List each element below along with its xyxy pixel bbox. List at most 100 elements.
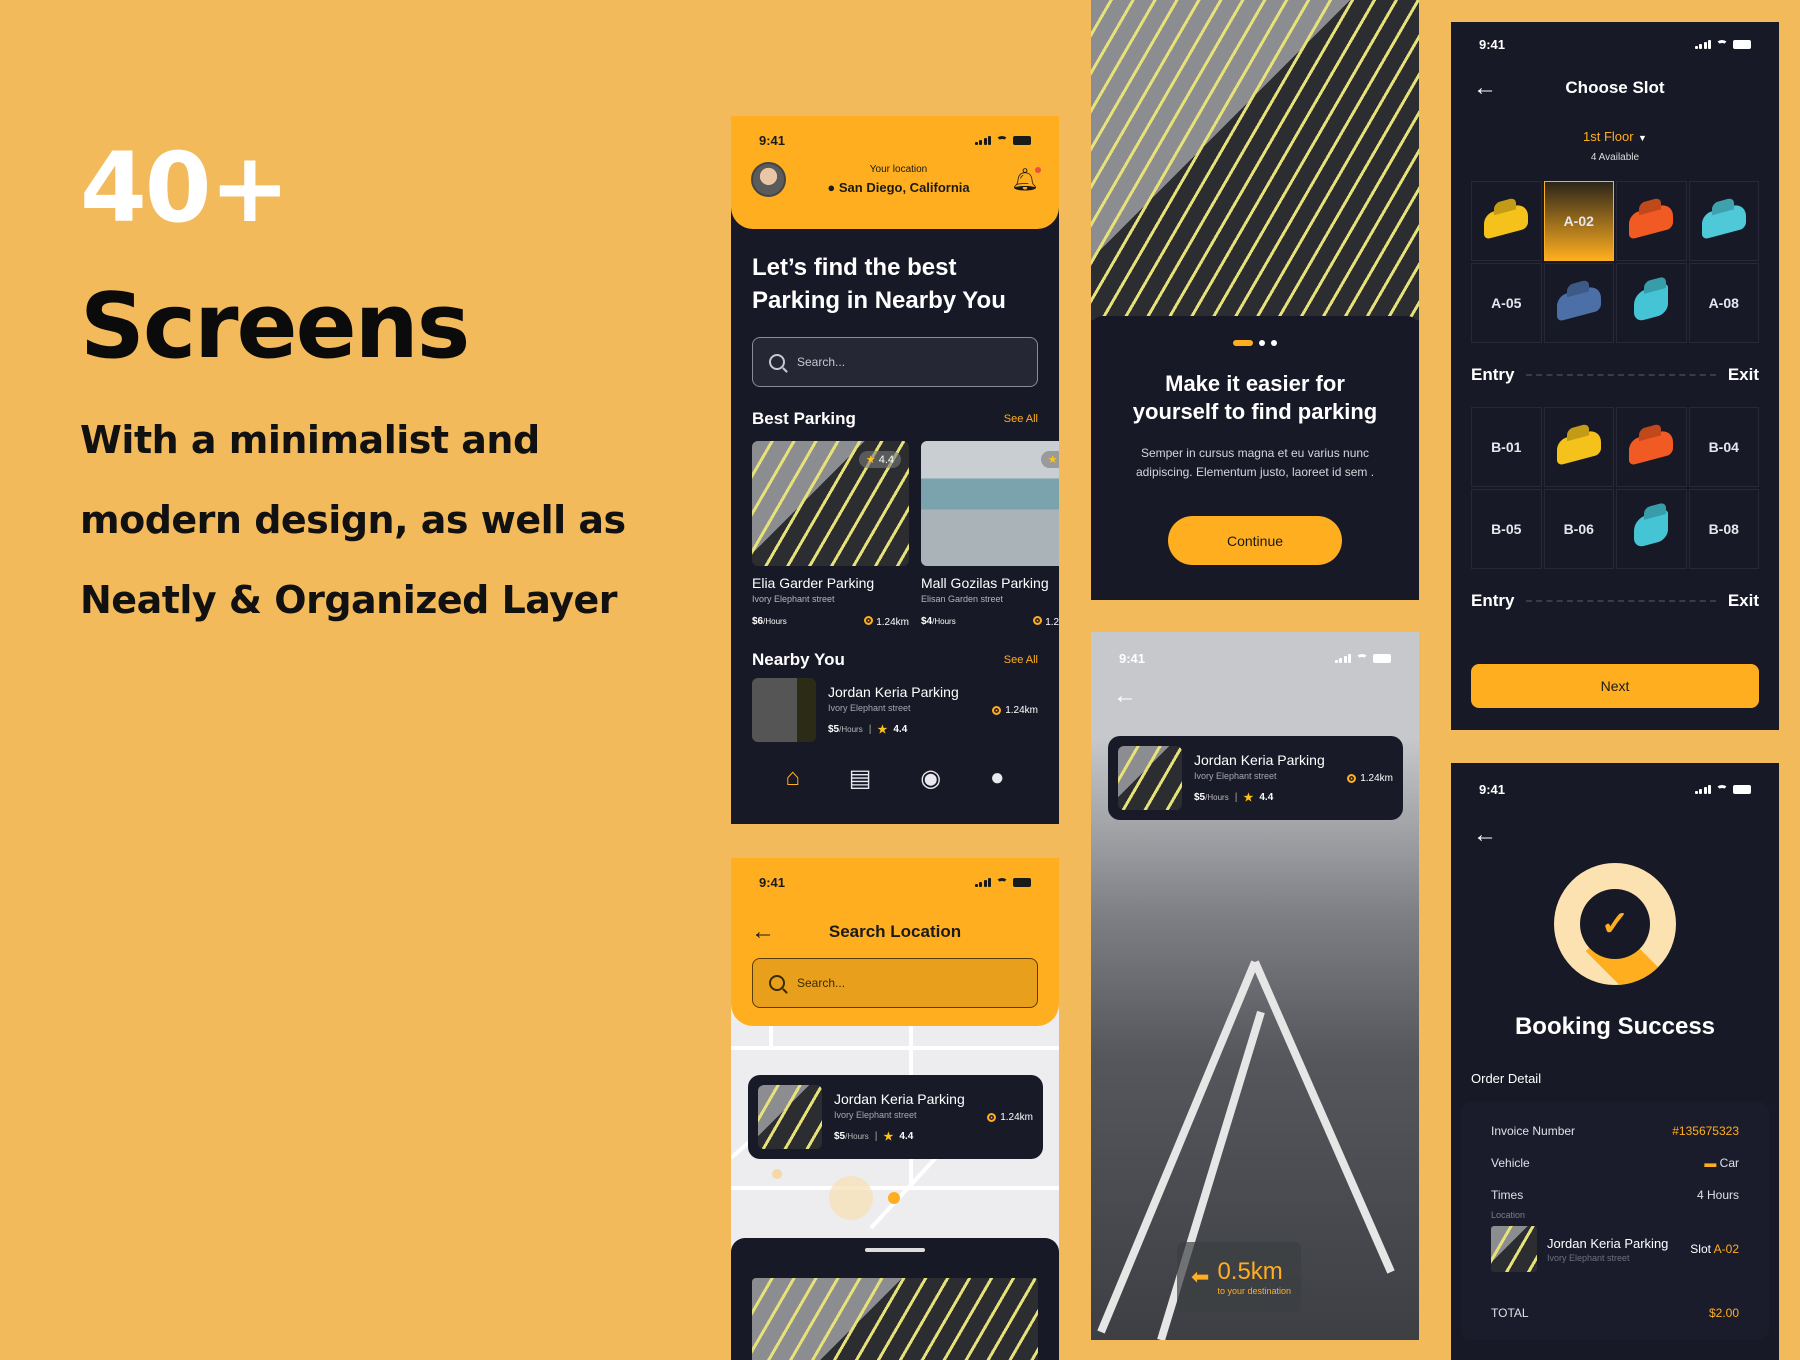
slot-b-05[interactable]: B-05	[1471, 489, 1542, 569]
invoice-row: Invoice Number #135675323	[1491, 1124, 1739, 1138]
occupied-slot[interactable]	[1543, 263, 1614, 343]
slot-b-08[interactable]: B-08	[1688, 489, 1759, 569]
hero-subtitle: With a minimalist and modern design, as …	[80, 400, 680, 640]
occupied-slot[interactable]	[1543, 407, 1614, 487]
location-dot-icon	[864, 616, 874, 625]
back-arrow-icon[interactable]: ←	[1451, 801, 1779, 849]
slot-b-06[interactable]: B-06	[1543, 489, 1614, 569]
page-title: Search Location	[828, 922, 962, 941]
star-icon: ★	[865, 454, 876, 466]
home-icon[interactable]: ⌂	[785, 764, 800, 793]
document-icon[interactable]: ▤	[849, 764, 872, 793]
wifi-icon	[1716, 784, 1728, 794]
sheet-handle[interactable]	[865, 1248, 925, 1252]
choose-slot-screen: 9:41 ← Choose Slot 1st Floor ▼ 4 Availab…	[1451, 22, 1779, 730]
car-icon	[1701, 202, 1746, 240]
hero-title: Screens	[80, 274, 470, 379]
search-input[interactable]: Search...	[752, 337, 1038, 387]
occupied-slot[interactable]	[1616, 407, 1687, 487]
section-title: Best Parking	[752, 409, 856, 428]
vehicle-row: Vehicle ▬ Car	[1491, 1156, 1739, 1170]
nearby-header: Nearby You See All	[731, 650, 1059, 670]
search-icon	[769, 354, 785, 370]
onboarding-body: Semper in cursus magna et eu varius nunc…	[1135, 446, 1375, 479]
signal-icon	[1694, 784, 1711, 794]
nearby-item[interactable]: Jordan Keria Parking Ivory Elephant stree…	[731, 670, 1059, 750]
map-parking-card[interactable]: Jordan Keria Parking Ivory Elephant stree…	[748, 1075, 1043, 1159]
parking-price: $6/Hours	[752, 616, 787, 627]
location-row: Jordan Keria Parking Ivory Elephant stree…	[1461, 1220, 1769, 1272]
slot-a-08[interactable]: A-08	[1688, 263, 1759, 343]
order-detail-card: Invoice Number #135675323 Vehicle ▬ Car Ti…	[1461, 1102, 1769, 1340]
available-count: 4 Available	[1590, 152, 1640, 163]
slot-a-05[interactable]: A-05	[1471, 263, 1542, 343]
see-all-link[interactable]: See All	[1004, 413, 1038, 425]
parking-thumb	[752, 678, 816, 742]
status-time: 9:41	[759, 874, 786, 890]
battery-icon	[1013, 135, 1031, 145]
status-bar: 9:41	[1451, 32, 1779, 56]
search-icon	[769, 975, 785, 991]
rating-value: 4.4	[878, 454, 894, 466]
floor-value: 1st Floor	[1583, 129, 1634, 144]
profile-icon[interactable]: ●	[990, 764, 1005, 793]
location-selector[interactable]: ● San Diego, California	[827, 180, 969, 195]
avatar[interactable]	[751, 162, 786, 197]
parking-thumb	[1491, 1226, 1537, 1272]
slot-a-02[interactable]: A-02	[1543, 181, 1614, 261]
caret-down-icon: ▼	[1638, 133, 1647, 143]
slot-b-01[interactable]: B-01	[1471, 407, 1542, 487]
parking-card[interactable]: ★ 4.4 Elia Garder Parking Ivory Elephant…	[752, 441, 909, 628]
success-title: Booking Success	[1514, 1013, 1716, 1040]
navigation-screen: 9:41 ← Jordan Keria Parking Ivory Elephan…	[1091, 632, 1419, 1340]
parking-photo	[752, 1278, 1038, 1360]
parking-street: Elisan Garden street	[921, 594, 1004, 604]
parking-photo: ★ 4.4	[752, 441, 909, 566]
occupied-slot[interactable]	[1616, 263, 1687, 343]
occupied-slot[interactable]	[1688, 181, 1759, 261]
rating-badge: ★ 4.4	[1040, 451, 1059, 468]
pin-icon: ●	[827, 180, 836, 195]
location-dot-icon	[987, 1112, 997, 1122]
compass-icon[interactable]: ◉	[920, 764, 941, 793]
search-placeholder: Search...	[797, 976, 846, 990]
headline-line: Let’s find the best	[752, 254, 957, 281]
screen-count: 40+	[80, 132, 290, 244]
parking-street: Ivory Elephant street	[752, 594, 835, 604]
see-all-link[interactable]: See All	[1004, 654, 1038, 666]
parking-distance: 1.24km	[987, 1112, 1033, 1123]
occupied-slot[interactable]	[1616, 181, 1687, 261]
continue-button[interactable]: Continue	[1168, 516, 1342, 565]
next-button[interactable]: Next	[1471, 664, 1759, 708]
status-bar: 9:41	[731, 128, 1059, 152]
slot-grid-b: B-01 B-04 B-05 B-06 B-08	[1451, 407, 1779, 569]
success-check-icon: ✓	[1554, 863, 1676, 985]
home-screen: 9:41 Your location ● San Diego, Californ…	[731, 116, 1059, 824]
slot-b-04[interactable]: B-04	[1688, 407, 1759, 487]
bottom-nav: ⌂ ▤ ◉ ●	[731, 764, 1059, 793]
parking-photo: ★ 4.4	[921, 441, 1059, 566]
battery-icon	[1013, 877, 1031, 887]
floor-selector[interactable]: 1st Floor ▼	[1451, 128, 1779, 146]
parking-price: $4/Hours	[921, 616, 956, 627]
entry-exit-row: Entry Exit	[1451, 365, 1779, 385]
car-icon	[1556, 284, 1601, 322]
slot-grid-a: A-02 A-05 A-08	[1451, 181, 1779, 343]
occupied-slot[interactable]	[1616, 489, 1687, 569]
location-dot-icon	[992, 705, 1002, 715]
occupied-slot[interactable]	[1471, 181, 1542, 261]
search-input[interactable]: Search...	[752, 958, 1038, 1008]
location-label: Your location	[869, 164, 928, 175]
parking-street: Ivory Elephant street	[1547, 1252, 1630, 1263]
entry-exit-row: Entry Exit	[1451, 591, 1779, 611]
bottom-sheet[interactable]	[731, 1238, 1059, 1360]
home-headline: Let’s find the best Parking in Nearby Yo…	[731, 229, 1059, 317]
entry-label: Entry	[1471, 591, 1515, 610]
status-icons	[1694, 784, 1751, 794]
parking-card[interactable]: ★ 4.4 Mall Gozilas Parking Elisan Garden…	[921, 441, 1059, 628]
section-title: Nearby You	[752, 650, 845, 669]
signal-icon	[974, 135, 991, 145]
bell-icon[interactable]: 🔔︎	[1011, 166, 1041, 193]
onboarding-screen: Make it easier for yourself to find parki…	[1091, 0, 1419, 600]
rating-badge: ★ 4.4	[858, 451, 901, 468]
